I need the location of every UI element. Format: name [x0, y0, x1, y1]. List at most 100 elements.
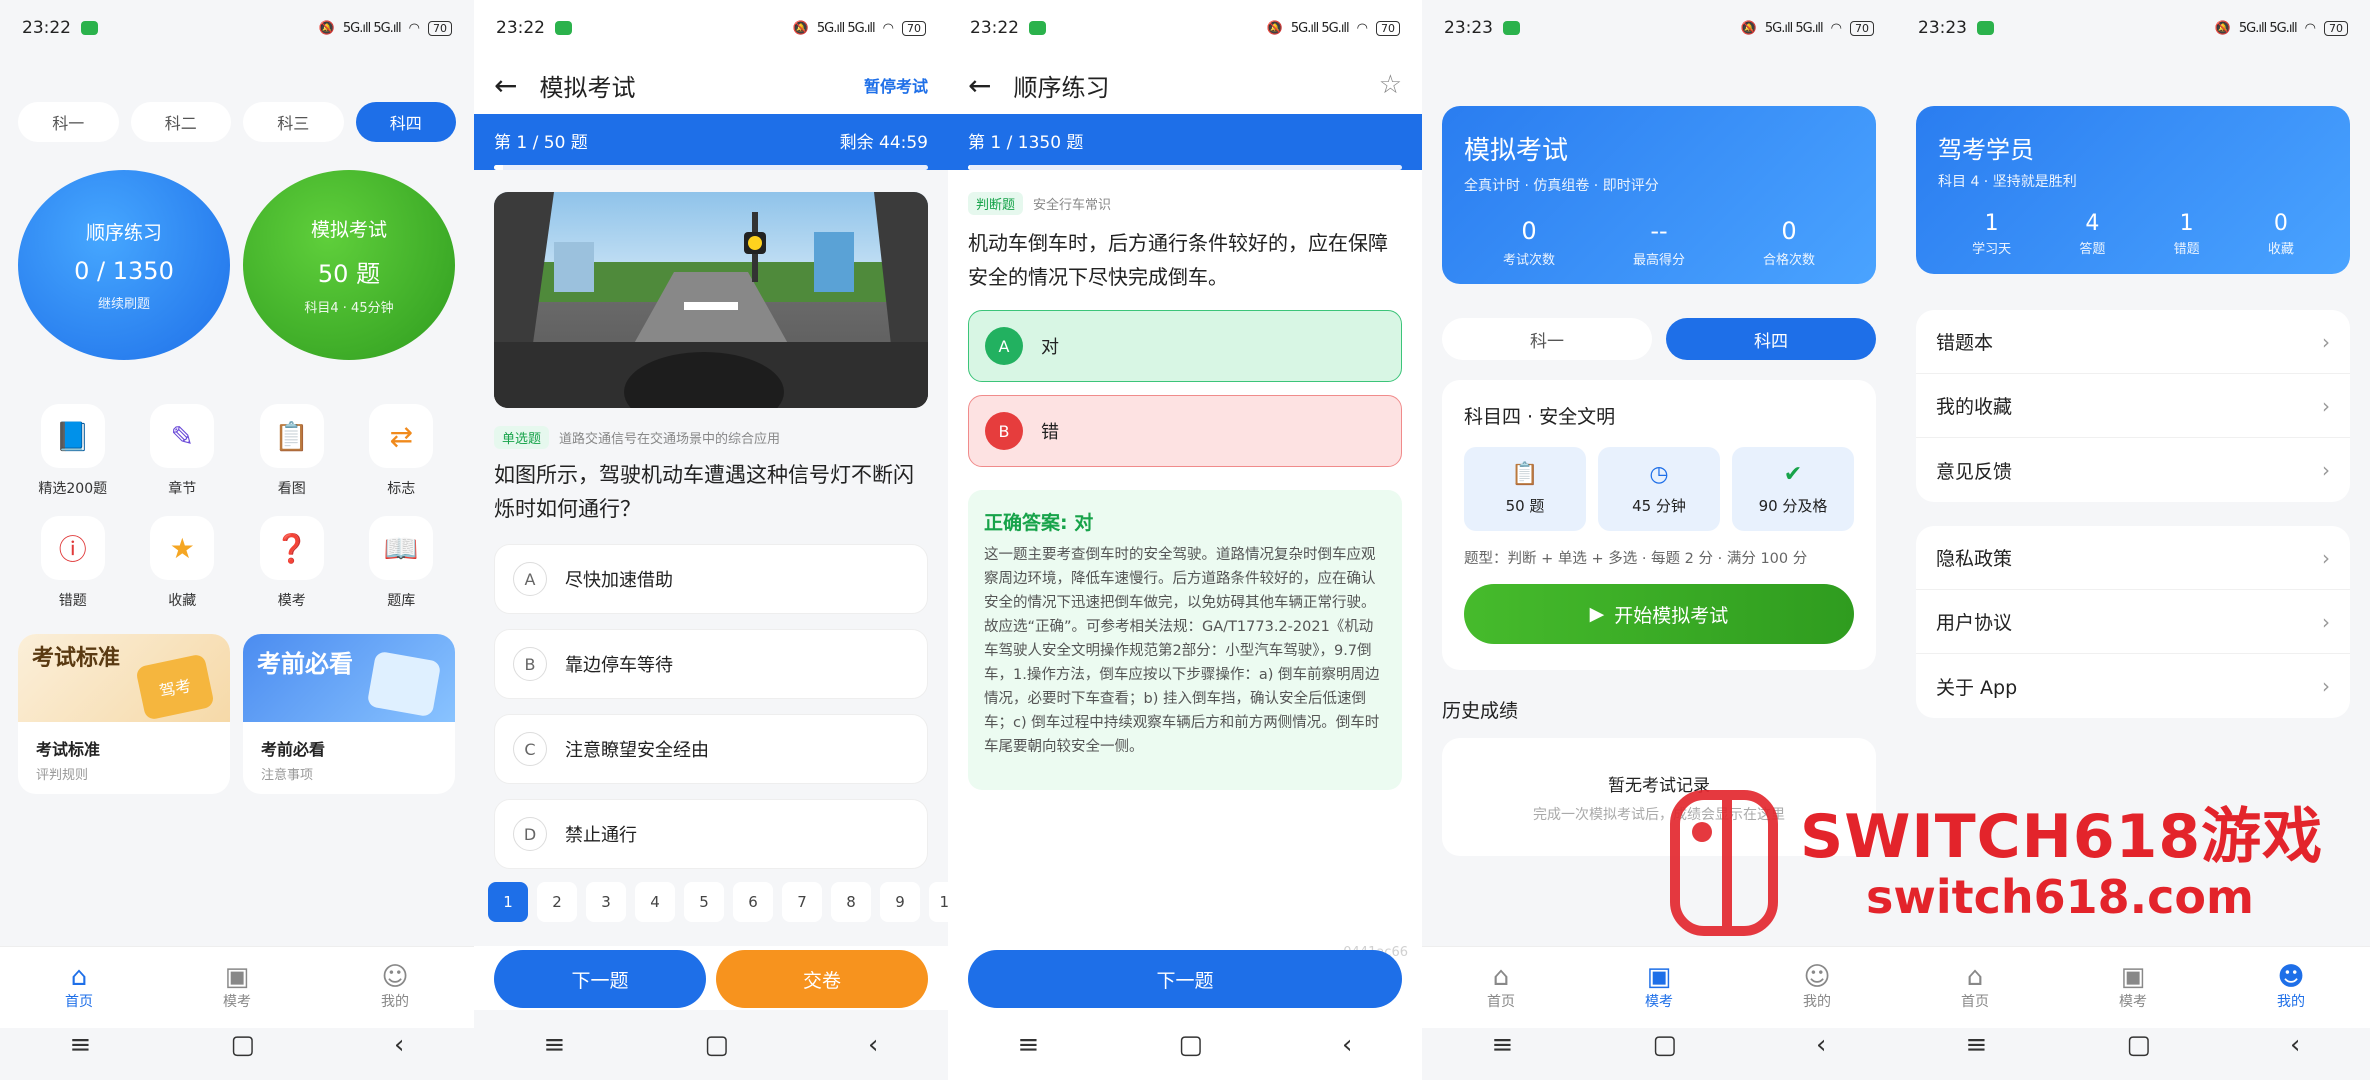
star-outline-icon[interactable]: ☆ [1379, 70, 1402, 100]
mock-title: 模拟考试 [1464, 136, 1569, 166]
menu-favorites[interactable]: 我的收藏 › [1916, 374, 2350, 438]
option-a[interactable]: A 尽快加速借助 [494, 544, 928, 614]
mute-icon: 🔕 [1740, 20, 1757, 36]
next-question-button[interactable]: 下一题 [494, 950, 706, 1008]
back-arrow-icon[interactable]: ← [494, 69, 517, 102]
menu-about[interactable]: 关于 App › [1916, 654, 2350, 718]
mock-stats: 0 考试次数 -- 最高得分 0 合格次数 [1464, 217, 1854, 268]
grid-item-sign[interactable]: ⇄ 标志 [347, 404, 457, 498]
progress-fill [968, 165, 971, 170]
subject-tab-2[interactable]: 科二 [130, 102, 231, 142]
back-icon[interactable]: ‹ [868, 1030, 878, 1060]
grid-label: 模考 [277, 593, 306, 609]
grid-item-picture[interactable]: 📋 看图 [237, 404, 347, 498]
page-button[interactable]: 4 [635, 882, 675, 922]
menu-icon[interactable]: ≡ [1492, 1030, 1514, 1060]
back-icon[interactable]: ‹ [394, 1030, 404, 1060]
signpost-icon: ⇄ [369, 404, 434, 468]
subject-tab-1[interactable]: 科一 [1442, 318, 1652, 360]
home-icon: ⌂ [1966, 962, 1984, 992]
menu-wrong-book[interactable]: 错题本 › [1916, 310, 2350, 374]
screen-mine: 23:23 🔕 5G.ıll 5G.ıll ◠ 70 驾考学员 科目 4 · 坚持就是… [1896, 0, 2370, 1080]
stat-label: 错题 [2173, 242, 2200, 257]
home-square-icon[interactable]: ▢ [2126, 1030, 2151, 1060]
option-c[interactable]: C 注意瞭望安全经由 [494, 714, 928, 784]
wifi-icon: ◠ [408, 20, 420, 36]
promo-banner-text: 考试标准 [32, 646, 121, 671]
back-arrow-icon[interactable]: ← [968, 69, 991, 102]
system-nav-bar: ≡ ▢ ‹ [474, 1010, 948, 1080]
promo-card-before-exam[interactable]: 考前必看 考前必看 注意事项 [243, 634, 455, 794]
grid-item-bank[interactable]: 📖 题库 [347, 516, 457, 610]
grid-item-favorite[interactable]: ★ 收藏 [128, 516, 238, 610]
option-key: A [513, 562, 547, 596]
grid-item-mock[interactable]: ❓ 模考 [237, 516, 347, 610]
edit-icon: ✎ [150, 404, 215, 468]
subject-tab-3[interactable]: 科三 [243, 102, 344, 142]
page-button[interactable]: 2 [537, 882, 577, 922]
home-square-icon[interactable]: ▢ [1652, 1030, 1677, 1060]
gift-book-icon [366, 650, 442, 718]
feature-grid: 📘 精选200题 ✎ 章节 📋 看图 ⇄ 标志 ⓘ 错题 ★ 收藏 ❓ 模考 📖 题库 [18, 404, 456, 610]
question-category: 安全行车常识 [1033, 198, 1112, 213]
subject-tab-4[interactable]: 科四 [1666, 318, 1876, 360]
home-square-icon[interactable]: ▢ [1178, 1030, 1203, 1060]
order-practice-card[interactable]: 顺序练习 0 / 1350 继续刷题 [18, 170, 230, 360]
option-d[interactable]: D 禁止通行 [494, 799, 928, 869]
clock: 23:23 [1918, 18, 1967, 38]
option-a-correct[interactable]: A对 [968, 310, 1402, 382]
page-button[interactable]: 8 [831, 882, 871, 922]
back-icon[interactable]: ‹ [1342, 1030, 1352, 1060]
quiz-icon: ▣ [2120, 962, 2146, 992]
grid-item-chapter[interactable]: ✎ 章节 [128, 404, 238, 498]
page-button[interactable]: 7 [782, 882, 822, 922]
submit-exam-button[interactable]: 交卷 [716, 950, 928, 1008]
page-button[interactable]: 10 [929, 882, 948, 922]
mock-exam-card[interactable]: 模拟考试 50 题 科目4 · 45分钟 [243, 170, 455, 360]
page-button[interactable]: 6 [733, 882, 773, 922]
page-button[interactable]: 5 [684, 882, 724, 922]
option-b[interactable]: B 靠边停车等待 [494, 629, 928, 699]
stat-label: 最高得分 [1632, 253, 1685, 268]
home-square-icon[interactable]: ▢ [230, 1030, 255, 1060]
page-button[interactable]: 9 [880, 882, 920, 922]
mute-icon: 🔕 [2214, 20, 2231, 36]
question-index: 第 1 / 50 题 [494, 133, 588, 153]
back-icon[interactable]: ‹ [1816, 1030, 1826, 1060]
page-button[interactable]: 3 [586, 882, 626, 922]
back-icon[interactable]: ‹ [2290, 1030, 2300, 1060]
promo-card-standard[interactable]: 考试标准 驾考 考试标准 评判规则 [18, 634, 230, 794]
wifi-icon: ◠ [2304, 20, 2316, 36]
subject-tab-1[interactable]: 科一 [18, 102, 119, 142]
question-meta: 判断题 安全行车常识 [968, 192, 1402, 215]
start-mock-exam-button[interactable]: ▶ 开始模拟考试 [1464, 584, 1854, 644]
pause-exam-button[interactable]: 暂停考试 [864, 73, 928, 97]
stat-pass-count: 0 合格次数 [1763, 217, 1815, 268]
home-square-icon[interactable]: ▢ [704, 1030, 729, 1060]
clock: 23:22 [970, 18, 1019, 38]
menu-icon[interactable]: ≡ [70, 1030, 92, 1060]
stat-best-score: -- 最高得分 [1633, 217, 1685, 268]
menu-icon[interactable]: ≡ [1018, 1030, 1040, 1060]
page-button[interactable]: 1 [488, 882, 528, 922]
system-nav-bar: ≡ ▢ ‹ [948, 1010, 1422, 1080]
menu-icon[interactable]: ≡ [1966, 1030, 1988, 1060]
stat-wrong: 1 错题 [2174, 211, 2200, 257]
mock-exam-sub: 科目4 · 45分钟 [304, 300, 394, 316]
stat-value: -- [1650, 217, 1668, 245]
subject-tab-4[interactable]: 科四 [355, 102, 456, 142]
option-b-wrong[interactable]: B错 [968, 395, 1402, 467]
history-title: 历史成绩 [1442, 700, 1519, 722]
grid-item-wrong[interactable]: ⓘ 错题 [18, 516, 128, 610]
next-question-button[interactable]: 下一题 [968, 950, 1402, 1008]
menu-feedback[interactable]: 意见反馈 › [1916, 438, 2350, 502]
option-text: 注意瞭望安全经由 [565, 740, 709, 761]
mute-icon: 🔕 [792, 20, 809, 36]
exam-progress: 第 1 / 50 题 剩余 44:59 [474, 114, 948, 170]
menu-privacy[interactable]: 隐私政策 › [1916, 526, 2350, 590]
wifi-icon: ◠ [1830, 20, 1842, 36]
grid-item-selected-200[interactable]: 📘 精选200题 [18, 404, 128, 498]
menu-agreement[interactable]: 用户协议 › [1916, 590, 2350, 654]
menu-icon[interactable]: ≡ [544, 1030, 566, 1060]
option-text: 禁止通行 [565, 825, 637, 846]
